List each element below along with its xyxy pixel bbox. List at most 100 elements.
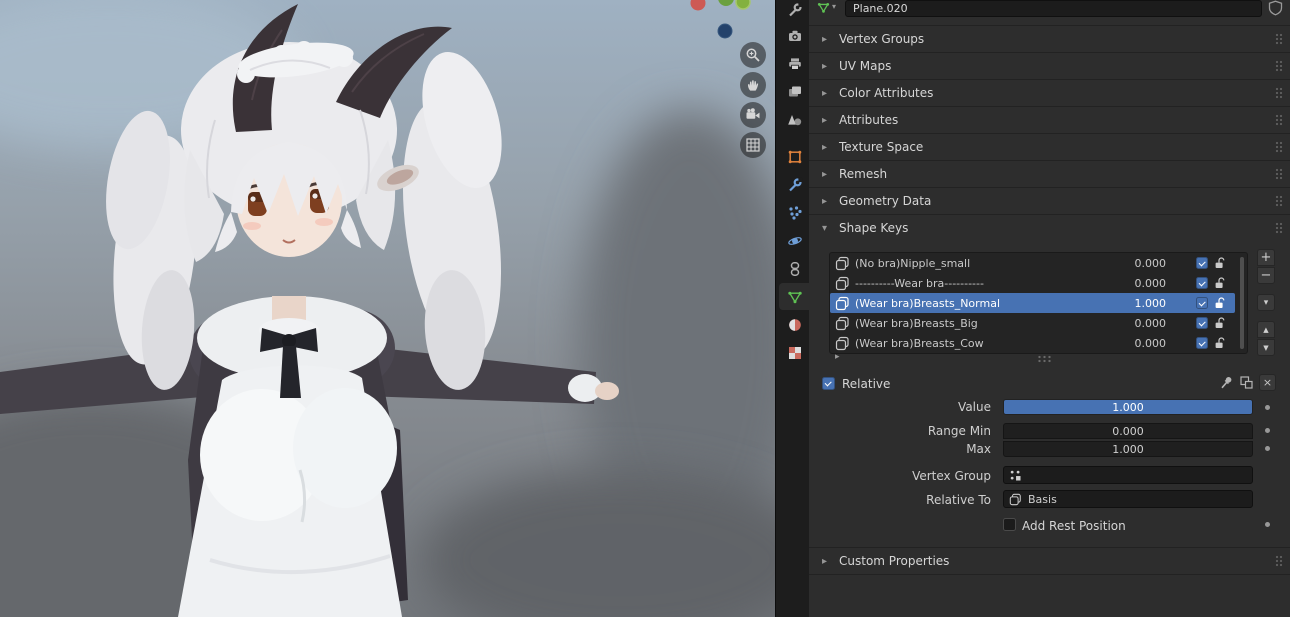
add-rest-position-checkbox[interactable] xyxy=(1003,518,1016,531)
shape-key-enable-checkbox[interactable] xyxy=(1196,337,1208,349)
panel-drag-grip[interactable] xyxy=(1275,114,1283,126)
move-shape-key-down-button[interactable]: ▼ xyxy=(1257,339,1275,356)
panel-header-geometry-data[interactable]: ▸ Geometry Data xyxy=(809,187,1290,214)
tab-scene[interactable] xyxy=(779,106,810,133)
shape-key-row[interactable]: (Wear bra)Breasts_Big 0.000 xyxy=(830,313,1235,333)
panel-drag-grip[interactable] xyxy=(1275,60,1283,72)
panel-drag-grip[interactable] xyxy=(1275,33,1283,45)
tab-constraints[interactable] xyxy=(779,255,810,282)
shape-key-row-selected[interactable]: (Wear bra)Breasts_Normal 1.000 xyxy=(830,293,1235,313)
panel-label: UV Maps xyxy=(839,59,892,73)
move-shape-key-up-button[interactable]: ▲ xyxy=(1257,321,1275,338)
tab-particles[interactable] xyxy=(779,199,810,226)
list-scrollbar[interactable] xyxy=(1240,257,1244,349)
zoom-button[interactable] xyxy=(740,42,766,68)
relative-checkbox[interactable] xyxy=(822,377,835,390)
wrench-icon xyxy=(788,177,803,191)
tab-physics[interactable] xyxy=(779,227,810,254)
shapekey-icon xyxy=(835,336,850,351)
keyframe-decorator[interactable] xyxy=(1265,446,1270,451)
keyframe-decorator[interactable] xyxy=(1265,405,1270,410)
shape-key-enable-checkbox[interactable] xyxy=(1196,277,1208,289)
shape-key-name: (Wear bra)Breasts_Normal xyxy=(855,296,1000,310)
tab-modifiers[interactable] xyxy=(779,171,810,198)
tab-view-layer[interactable] xyxy=(779,78,810,105)
pan-button[interactable] xyxy=(740,72,766,98)
panel-drag-grip[interactable] xyxy=(1275,222,1283,234)
keyframe-decorator[interactable] xyxy=(1265,522,1270,527)
value-slider[interactable]: 1.000 xyxy=(1003,399,1253,415)
panel-label: Texture Space xyxy=(839,140,924,154)
ortho-toggle-button[interactable] xyxy=(740,132,766,158)
camera-icon xyxy=(746,108,760,119)
panel-drag-grip[interactable] xyxy=(1275,87,1283,99)
vertex-group-field[interactable] xyxy=(1003,466,1253,484)
tab-tool[interactable] xyxy=(779,0,810,23)
list-resize-grip[interactable] xyxy=(1037,355,1052,363)
panel-header-uv-maps[interactable]: ▸ UV Maps xyxy=(809,52,1290,79)
tab-render[interactable] xyxy=(779,22,810,49)
max-label: Max xyxy=(966,442,991,456)
panel-label: Custom Properties xyxy=(839,554,950,568)
relative-to-field[interactable]: Basis xyxy=(1003,490,1253,508)
shape-key-value[interactable]: 1.000 xyxy=(1110,297,1167,310)
add-rest-position-label: Add Rest Position xyxy=(1022,519,1126,533)
zoom-icon xyxy=(746,48,760,62)
lock-open-icon[interactable] xyxy=(1213,296,1227,310)
lock-open-icon[interactable] xyxy=(1213,276,1227,290)
hand-icon xyxy=(747,80,759,91)
lock-open-icon[interactable] xyxy=(1213,256,1227,270)
shape-key-enable-checkbox[interactable] xyxy=(1196,257,1208,269)
panel-header-color-attributes[interactable]: ▸ Color Attributes xyxy=(809,79,1290,106)
clear-button[interactable]: × xyxy=(1259,374,1276,391)
chevron-right-icon: ▸ xyxy=(822,87,828,99)
tab-output[interactable] xyxy=(779,50,810,77)
shapekey-icon xyxy=(835,256,850,271)
overlay-icon[interactable] xyxy=(1239,375,1254,393)
panel-drag-grip[interactable] xyxy=(1275,555,1283,567)
panel-drag-grip[interactable] xyxy=(1275,195,1283,207)
panel-header-remesh[interactable]: ▸ Remesh xyxy=(809,160,1290,187)
shape-key-enable-checkbox[interactable] xyxy=(1196,317,1208,329)
panel-header-vertex-groups[interactable]: ▸ Vertex Groups xyxy=(809,25,1290,52)
particles-icon xyxy=(788,205,802,220)
3d-viewport[interactable] xyxy=(0,0,775,617)
tab-object[interactable] xyxy=(779,143,810,170)
shape-key-row[interactable]: ----------Wear bra---------- 0.000 xyxy=(830,273,1235,293)
pin-icon[interactable] xyxy=(1219,375,1234,393)
panel-header-shape-keys[interactable]: ▾ Shape Keys xyxy=(809,214,1290,241)
camera-view-button[interactable] xyxy=(740,102,766,128)
lock-open-icon[interactable] xyxy=(1213,316,1227,330)
tab-texture[interactable] xyxy=(779,339,810,366)
shape-key-specials-menu[interactable]: ▾ xyxy=(1257,294,1275,311)
panel-drag-grip[interactable] xyxy=(1275,141,1283,153)
tab-object-data[interactable] xyxy=(779,283,810,310)
range-min-field[interactable]: 0.000 xyxy=(1003,423,1253,439)
keyframe-decorator[interactable] xyxy=(1265,428,1270,433)
panel-drag-grip[interactable] xyxy=(1275,168,1283,180)
panel-header-attributes[interactable]: ▸ Attributes xyxy=(809,106,1290,133)
tool-icon xyxy=(788,2,803,16)
panel-header-texture-space[interactable]: ▸ Texture Space xyxy=(809,133,1290,160)
lock-open-icon[interactable] xyxy=(1213,336,1227,350)
remove-shape-key-button[interactable]: − xyxy=(1257,267,1275,284)
shape-key-value[interactable]: 0.000 xyxy=(1110,317,1167,330)
shapekey-icon xyxy=(835,316,850,331)
shape-key-value[interactable]: 0.000 xyxy=(1110,337,1167,350)
chevron-down-icon[interactable]: ▾ xyxy=(832,2,836,11)
shape-key-value[interactable]: 0.000 xyxy=(1110,277,1167,290)
shape-key-row[interactable]: (No bra)Nipple_small 0.000 xyxy=(830,253,1235,273)
shape-key-enable-checkbox[interactable] xyxy=(1196,297,1208,309)
fake-user-shield-icon[interactable] xyxy=(1268,0,1283,19)
add-shape-key-button[interactable]: + xyxy=(1257,249,1275,266)
datablock-name-field[interactable]: Plane.020 xyxy=(845,0,1262,17)
constraints-icon xyxy=(790,261,799,276)
shape-key-value[interactable]: 0.000 xyxy=(1110,257,1167,270)
list-filter-toggle[interactable]: ▸ xyxy=(835,352,840,362)
panel-label: Shape Keys xyxy=(839,221,909,235)
range-max-field[interactable]: 1.000 xyxy=(1003,441,1253,457)
panel-header-custom-properties[interactable]: ▸ Custom Properties xyxy=(809,547,1290,574)
tab-material[interactable] xyxy=(779,311,810,338)
texture-icon xyxy=(788,346,801,359)
shape-key-row[interactable]: (Wear bra)Breasts_Cow 0.000 xyxy=(830,333,1235,353)
